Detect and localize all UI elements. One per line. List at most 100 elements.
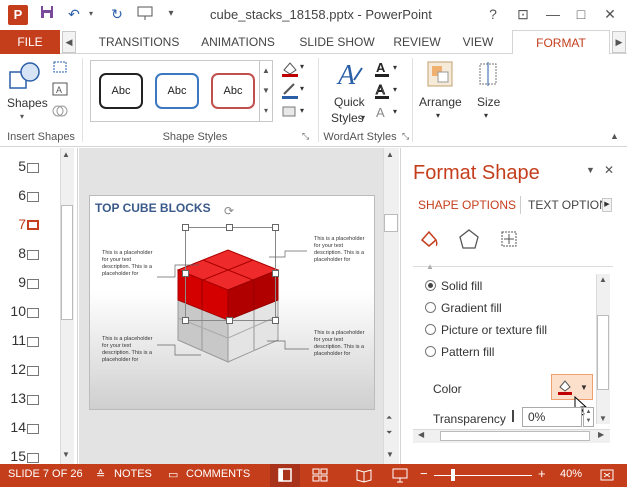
- slide-number-active[interactable]: 7: [8, 216, 26, 232]
- slide-number[interactable]: 14: [8, 419, 26, 435]
- fit-slide-icon[interactable]: [599, 467, 615, 486]
- tabs-scroll-left-icon[interactable]: ◀: [62, 31, 76, 53]
- slide-thumb-icon[interactable]: [27, 424, 39, 434]
- tab-animations[interactable]: ANIMATIONS: [192, 30, 284, 54]
- previous-slide-icon[interactable]: ⏶: [386, 413, 392, 423]
- text-outline-dropdown-icon[interactable]: ▾: [393, 85, 397, 94]
- text-effects-dropdown-icon[interactable]: ▾: [393, 107, 397, 116]
- shape-outline-icon[interactable]: [280, 82, 300, 103]
- pattern-fill-label[interactable]: Pattern fill: [441, 345, 494, 359]
- shapes-icon[interactable]: [8, 60, 44, 97]
- text-effects-icon[interactable]: A: [374, 104, 390, 123]
- slide-number[interactable]: 6: [8, 187, 26, 203]
- canvas-scroll-up-icon[interactable]: ▲: [386, 150, 394, 159]
- normal-view-button[interactable]: [270, 464, 300, 487]
- shape-style-black[interactable]: Abc: [99, 73, 143, 109]
- thumbs-scroll-up-icon[interactable]: ▲: [62, 150, 70, 159]
- size-button-label[interactable]: Size: [477, 95, 500, 109]
- tab-view[interactable]: VIEW: [452, 30, 504, 54]
- slide-thumb-icon[interactable]: [27, 453, 39, 463]
- tab-transitions[interactable]: TRANSITIONS: [86, 30, 192, 54]
- reading-view-icon[interactable]: [356, 467, 372, 486]
- slide-sorter-icon[interactable]: [312, 467, 328, 486]
- close-button[interactable]: ✕: [599, 5, 621, 23]
- slide-number[interactable]: 15: [8, 448, 26, 464]
- notes-button[interactable]: NOTES: [114, 468, 152, 480]
- text-box-icon[interactable]: A: [52, 82, 68, 96]
- shape-fill-dropdown-icon[interactable]: ▾: [300, 62, 304, 71]
- tab-text-options[interactable]: TEXT OPTION: [528, 198, 608, 212]
- arrange-button-label[interactable]: Arrange: [419, 95, 462, 109]
- undo-icon[interactable]: ↶: [65, 5, 83, 23]
- slide-thumb-icon[interactable]: [27, 250, 39, 260]
- collapse-ribbon-icon[interactable]: ▲: [610, 131, 619, 141]
- zoom-level[interactable]: 40%: [560, 468, 582, 480]
- thumbs-scroll-down-icon[interactable]: ▼: [62, 450, 70, 459]
- tab-review[interactable]: REVIEW: [388, 30, 446, 54]
- slide-thumb-icon[interactable]: [27, 337, 39, 347]
- picture-fill-label[interactable]: Picture or texture fill: [441, 323, 547, 337]
- pane-scroll-down-icon[interactable]: ▼: [599, 414, 607, 423]
- slide-number[interactable]: 13: [8, 390, 26, 406]
- pattern-fill-radio[interactable]: [425, 346, 436, 357]
- tab-shape-options[interactable]: SHAPE OPTIONS: [418, 198, 516, 212]
- tab-file[interactable]: FILE: [0, 30, 60, 54]
- slide-number[interactable]: 9: [8, 274, 26, 290]
- pane-scroll-right-icon[interactable]: ▶: [598, 430, 604, 439]
- save-icon[interactable]: [38, 5, 56, 23]
- zoom-slider-track[interactable]: [434, 475, 532, 476]
- edit-shape-icon[interactable]: [52, 60, 68, 74]
- next-slide-icon[interactable]: ⏷: [386, 428, 392, 438]
- arrange-dropdown-icon[interactable]: ▾: [436, 111, 440, 120]
- slide-number[interactable]: 8: [8, 245, 26, 261]
- slide-number[interactable]: 12: [8, 361, 26, 377]
- undo-dropdown-icon[interactable]: ▾: [82, 5, 100, 23]
- slide-number[interactable]: 11: [8, 332, 26, 348]
- merge-shapes-icon[interactable]: [52, 104, 68, 118]
- transparency-input[interactable]: 0%: [522, 407, 582, 427]
- zoom-out-icon[interactable]: −: [420, 466, 428, 481]
- start-slideshow-icon[interactable]: [136, 5, 154, 23]
- effects-icon[interactable]: [458, 228, 480, 253]
- quick-styles-label-1[interactable]: Quick: [334, 95, 365, 109]
- thumbs-scroll-thumb[interactable]: [61, 205, 73, 320]
- quick-styles-label-2[interactable]: Styles: [331, 111, 364, 125]
- shapes-dropdown-icon[interactable]: ▾: [20, 112, 24, 121]
- slide-thumb-icon[interactable]: [27, 163, 39, 173]
- restore-button[interactable]: □: [570, 5, 592, 23]
- picture-fill-radio[interactable]: [425, 324, 436, 335]
- canvas-scroll-down-icon[interactable]: ▼: [386, 450, 394, 459]
- pane-scroll-thumb[interactable]: [597, 315, 609, 390]
- text-fill-icon[interactable]: A: [374, 60, 390, 81]
- size-properties-icon[interactable]: [498, 228, 520, 253]
- shapes-button-label[interactable]: Shapes: [7, 96, 48, 110]
- comments-icon[interactable]: ▭: [168, 468, 178, 481]
- slide-thumb-icon[interactable]: [27, 366, 39, 376]
- size-dropdown-icon[interactable]: ▾: [484, 111, 488, 120]
- arrange-icon[interactable]: [426, 60, 454, 91]
- zoom-slider-thumb[interactable]: [451, 469, 455, 481]
- pane-options-dropdown-icon[interactable]: ▼: [586, 165, 595, 175]
- pane-tabs-scroll-icon[interactable]: ▶: [602, 198, 612, 212]
- wordart-launcher-icon[interactable]: ⤡: [402, 131, 409, 142]
- slideshow-view-icon[interactable]: [392, 467, 408, 486]
- comments-button[interactable]: COMMENTS: [186, 468, 250, 480]
- slide-thumb-icon[interactable]: [27, 308, 39, 318]
- shape-outline-dropdown-icon[interactable]: ▾: [300, 84, 304, 93]
- gallery-scroll-icon[interactable]: ▲ ▼ ▾: [260, 60, 273, 122]
- text-outline-icon[interactable]: A: [374, 82, 390, 103]
- transparency-spinner-icon[interactable]: ▲ ▼: [583, 407, 594, 427]
- canvas-scroll-thumb[interactable]: [384, 214, 398, 232]
- notes-icon[interactable]: ≙: [96, 468, 105, 481]
- slide-number[interactable]: 5: [8, 158, 26, 174]
- shape-style-red[interactable]: Abc: [211, 73, 255, 109]
- solid-fill-radio[interactable]: [425, 280, 436, 291]
- shape-styles-launcher-icon[interactable]: ⤡: [302, 131, 309, 142]
- shape-effects-icon[interactable]: [280, 104, 300, 123]
- slide-thumb-icon-active[interactable]: [27, 220, 39, 230]
- redo-icon[interactable]: ↻: [108, 5, 126, 23]
- transparency-slider[interactable]: [512, 410, 514, 422]
- help-button[interactable]: ?: [482, 5, 504, 23]
- tab-slide-show[interactable]: SLIDE SHOW: [292, 30, 382, 54]
- shape-effects-dropdown-icon[interactable]: ▾: [300, 106, 304, 115]
